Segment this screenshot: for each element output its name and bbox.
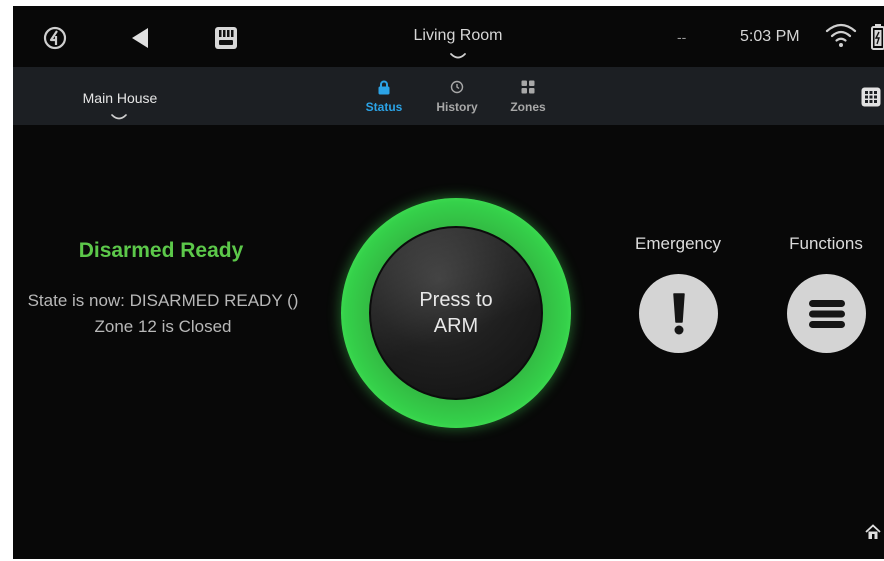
status-zone-text: Zone 12 is Closed [94,317,232,336]
arm-button[interactable]: Press to ARM [369,226,543,400]
tab-status-label: Status [365,100,403,114]
arm-label-line1: Press to [419,289,493,311]
keypad-icon[interactable] [211,23,241,53]
status-title: Disarmed Ready [78,239,244,262]
chevron-down-icon[interactable] [110,110,128,120]
history-icon [427,80,487,96]
tab-zones[interactable]: Zones [498,80,558,114]
emergency-label: Emergency [635,234,721,253]
arm-button-label: Press to ARM [396,287,516,339]
battery-icon [871,24,884,50]
navigation-bar: Main House Status History Zones [13,67,884,125]
logo-icon[interactable] [40,23,70,53]
device-screen: Living Room -- 5:03 PM Main House Status… [13,6,884,559]
home-icon[interactable] [865,524,881,540]
back-arrow-icon[interactable] [125,23,155,53]
clock: 5:03 PM [740,28,800,45]
tab-history[interactable]: History [427,80,487,114]
zones-icon [498,80,558,96]
house-selector[interactable]: Main House [73,90,167,106]
tab-status[interactable]: Status [354,80,414,114]
arm-label-line2: ARM [433,315,479,337]
exclamation-icon [672,292,685,334]
functions-label: Functions [789,234,863,253]
menu-icon [808,299,845,328]
top-status-bar: Living Room -- 5:03 PM [13,6,884,67]
chevron-down-icon[interactable] [448,50,468,62]
lock-icon [354,80,414,96]
room-name[interactable]: Living Room [313,27,603,45]
wifi-icon [824,20,858,50]
emergency-button[interactable] [639,274,718,353]
tab-history-label: History [436,100,478,114]
grid-menu-icon[interactable] [861,87,881,107]
functions-button[interactable] [787,274,866,353]
tab-zones-label: Zones [510,100,546,114]
status-state-text: State is now: DISARMED READY () [27,291,299,310]
status-dash: -- [677,29,687,45]
